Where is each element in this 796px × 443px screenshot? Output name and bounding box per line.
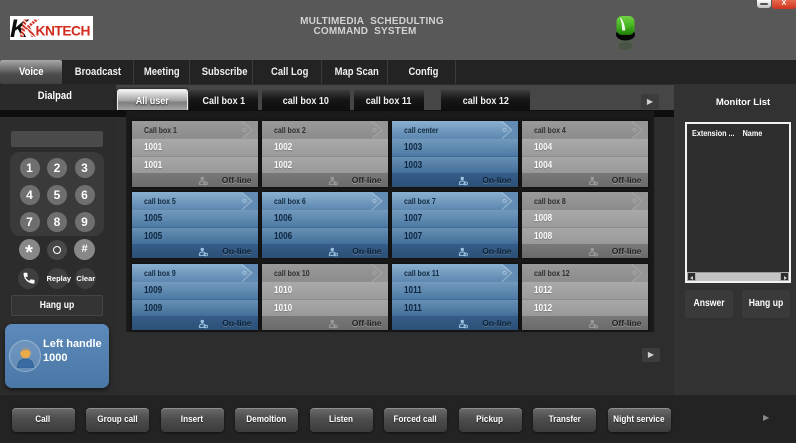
svg-text:KNTECH: KNTECH: [36, 24, 91, 39]
